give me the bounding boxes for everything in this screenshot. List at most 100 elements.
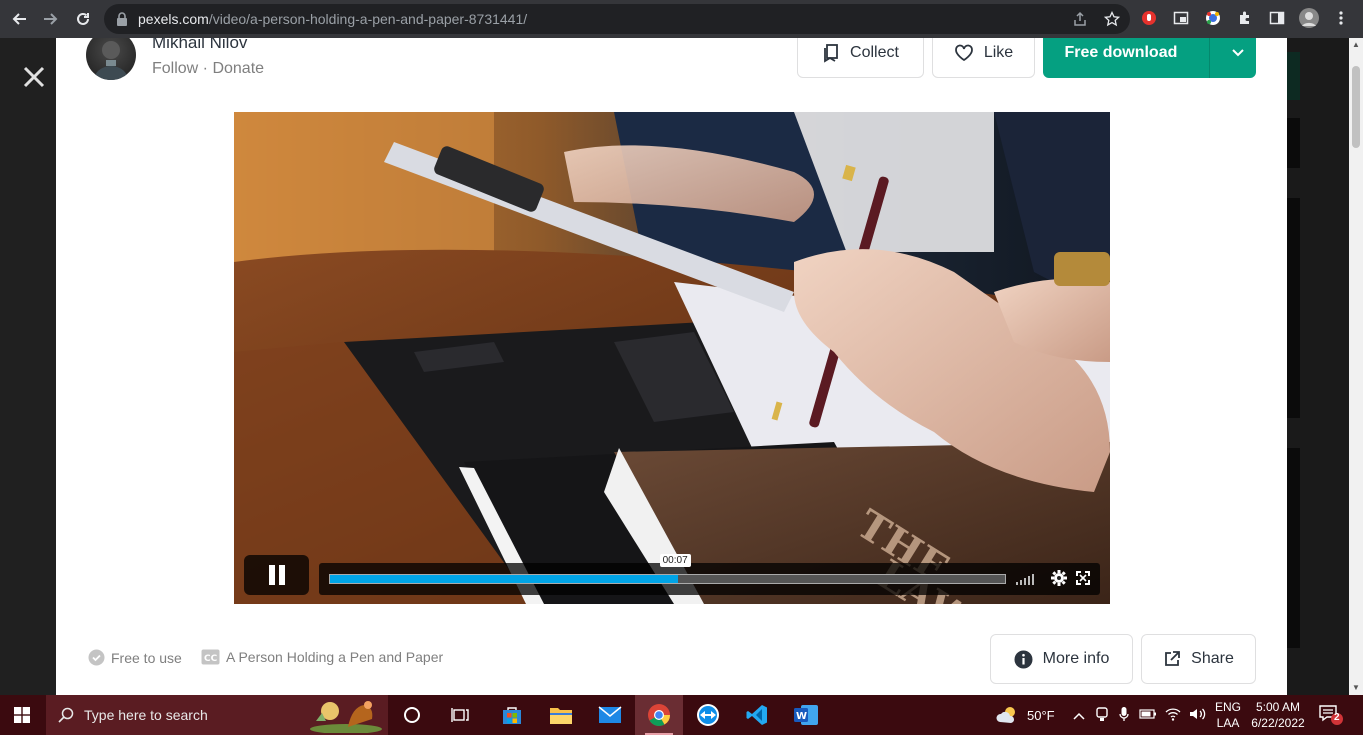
url-host: pexels.com [138,11,209,27]
system-tray: 50°F [996,695,1207,735]
keyboard-layout: LAA [1216,716,1240,730]
taskbar-clock[interactable]: 5:00 AM 6/22/2022 [1246,699,1310,731]
check-circle-icon [88,649,105,666]
info-icon [1014,650,1033,668]
extensions-puzzle-icon[interactable] [1234,6,1256,30]
background-page-edge [1287,38,1349,695]
fullscreen-button[interactable] [1076,571,1090,590]
scroll-up-icon[interactable]: ▲ [1352,40,1360,49]
search-highlight-illustration-icon [310,701,382,733]
weather-cloud-sun-icon[interactable] [996,705,1020,725]
collect-button[interactable]: Collect [797,38,924,78]
task-view-cortana-button[interactable] [388,695,436,735]
search-icon [58,707,74,723]
battery-icon[interactable] [1139,708,1157,723]
pause-icon [268,565,285,585]
mail-icon [598,706,622,723]
license-info: Free to use [88,649,182,666]
extension-window-icon[interactable] [1170,6,1192,30]
close-modal-button[interactable] [20,63,48,91]
follow-donate-links[interactable]: Follow · Donate [152,60,264,78]
reload-button[interactable] [70,6,96,32]
svg-text:W: W [796,711,807,722]
taskbar-search-box[interactable]: Type here to search [46,695,388,735]
share-page-icon[interactable] [1072,11,1088,27]
start-button[interactable] [0,695,44,735]
taskbar-vscode[interactable] [733,695,781,735]
closed-caption-icon: CC [201,649,220,665]
url-text: pexels.com/video/a-person-holding-a-pen-… [138,11,527,27]
microphone-icon[interactable] [1118,706,1129,725]
search-placeholder: Type here to search [84,707,208,723]
fullscreen-icon [1076,571,1090,585]
forward-button[interactable] [38,6,64,32]
input-language[interactable]: ENG LAA [1212,699,1244,731]
teamviewer-icon [697,704,719,726]
share-button[interactable]: Share [1141,634,1256,684]
menu-kebab-icon[interactable] [1330,6,1352,30]
collect-label: Collect [850,44,899,61]
weather-temperature[interactable]: 50°F [1027,708,1055,723]
free-download-button[interactable]: Free download [1043,38,1256,78]
taskbar-file-explorer[interactable] [537,695,585,735]
page-scrollbar[interactable]: ▲ ▼ [1349,38,1363,695]
extension-colorful-icon[interactable] [1202,6,1224,30]
side-panel-icon[interactable] [1266,6,1288,30]
like-label: Like [983,44,1014,61]
tray-overflow-chevron-icon[interactable] [1073,708,1085,723]
arrow-left-icon [12,13,26,25]
time-tooltip: 00:07 [659,554,691,567]
caption-info: CC A Person Holding a Pen and Paper [201,649,443,665]
taskbar-teamviewer[interactable] [684,695,732,735]
pause-button[interactable] [244,555,309,595]
like-button[interactable]: Like [932,38,1035,78]
wifi-icon[interactable] [1165,707,1181,724]
settings-button[interactable] [1051,570,1067,591]
player-controls: 00:07 [319,554,1100,595]
cortana-circle-icon [404,707,420,723]
license-label: Free to use [111,649,182,666]
reload-icon [77,12,89,25]
more-info-label: More info [1042,650,1110,667]
download-divider [1208,38,1210,78]
clock-time: 5:00 AM [1255,700,1301,714]
extension-red-icon[interactable] [1138,6,1160,30]
volume-control[interactable] [1016,573,1034,585]
more-info-button[interactable]: More info [990,634,1133,684]
share-external-icon [1165,651,1181,666]
windows-taskbar: Type here to search W 50°F ENG LAA 5:00 … [0,695,1363,735]
meet-now-icon[interactable] [1095,706,1109,725]
notification-center-button[interactable]: 2 [1318,703,1344,732]
heart-icon [954,44,973,62]
gear-icon [1051,570,1067,586]
video-modal: Mikhail Nilov Follow · Donate Collect Li… [56,38,1287,695]
video-frame: THE LAW [234,112,1110,604]
bookmark-star-icon[interactable] [1104,11,1120,27]
video-title: A Person Holding a Pen and Paper [226,649,444,665]
back-button[interactable] [6,6,32,32]
chrome-icon [648,704,670,726]
volume-icon[interactable] [1189,707,1207,724]
taskbar-chrome[interactable] [635,695,683,735]
scrollbar-thumb[interactable] [1352,66,1360,148]
progress-bar[interactable] [329,574,1006,584]
browser-toolbar: pexels.com/video/a-person-holding-a-pen-… [0,0,1363,38]
svg-text:CC: CC [204,654,218,664]
progress-fill [330,575,678,583]
author-avatar[interactable] [86,38,136,80]
scroll-down-icon[interactable]: ▼ [1352,683,1360,692]
author-name[interactable]: Mikhail Nilov [152,38,247,53]
language-code: ENG [1214,700,1241,714]
taskbar-microsoft-store[interactable] [488,695,536,735]
profile-avatar[interactable] [1298,6,1320,30]
taskbar-mail[interactable] [586,695,634,735]
download-options-button[interactable] [1220,49,1256,57]
free-download-label: Free download [1064,44,1178,61]
taskbar-word[interactable]: W [782,695,830,735]
task-view-button[interactable] [436,695,484,735]
chevron-down-icon [1232,49,1244,57]
video-player[interactable]: THE LAW 00:07 [234,112,1110,604]
address-bar[interactable]: pexels.com/video/a-person-holding-a-pen-… [104,4,1130,34]
lock-icon [117,12,127,26]
page-viewport: Mikhail Nilov Follow · Donate Collect Li… [0,38,1363,695]
